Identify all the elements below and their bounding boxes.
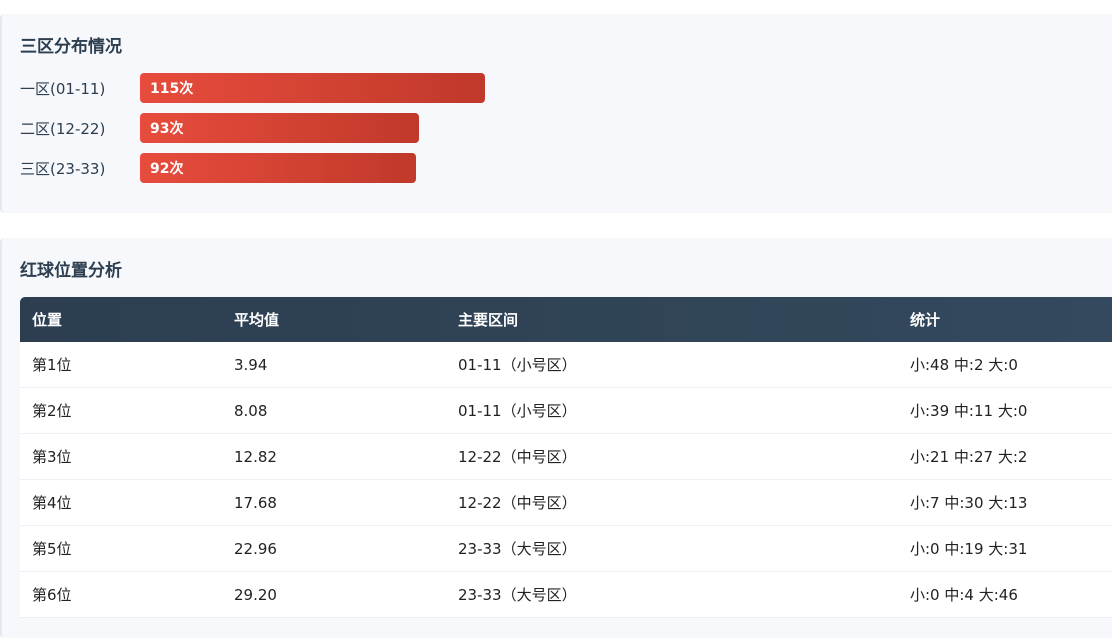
cell-average: 22.96: [222, 525, 446, 572]
cell-stats: 小:0 中:19 大:31: [898, 525, 1112, 572]
position-analysis-card: 红球位置分析 位置 平均值 主要区间 统计 第1位 3.94 01-11（小号区…: [0, 238, 1112, 638]
cell-position: 第3位: [20, 433, 222, 480]
cell-average: 29.20: [222, 571, 446, 618]
cell-range: 12-22（中号区）: [446, 433, 898, 480]
zone-bar-count: 92次: [150, 161, 184, 177]
table-row: 第1位 3.94 01-11（小号区） 小:48 中:2 大:0: [20, 342, 1112, 388]
cell-position: 第1位: [20, 342, 222, 388]
zone-distribution-card: 三区分布情况 一区(01-11) 115次 二区(12-22) 93次 三区(2…: [0, 14, 1112, 213]
zone-row-3: 三区(23-33) 92次: [20, 153, 416, 183]
cell-stats: 小:48 中:2 大:0: [898, 342, 1112, 388]
cell-range: 01-11（小号区）: [446, 342, 898, 388]
table-row: 第5位 22.96 23-33（大号区） 小:0 中:19 大:31: [20, 525, 1112, 572]
cell-position: 第4位: [20, 479, 222, 526]
cell-average: 3.94: [222, 342, 446, 388]
cell-stats: 小:0 中:4 大:46: [898, 571, 1112, 618]
zone-row-2: 二区(12-22) 93次: [20, 113, 419, 143]
zone-label: 二区(12-22): [20, 119, 106, 138]
zone-section-title: 三区分布情况: [20, 37, 122, 57]
column-header-position: 位置: [32, 311, 63, 329]
cell-range: 12-22（中号区）: [446, 479, 898, 526]
cell-range: 23-33（大号区）: [446, 571, 898, 618]
table-row: 第6位 29.20 23-33（大号区） 小:0 中:4 大:46: [20, 571, 1112, 618]
cell-average: 12.82: [222, 433, 446, 480]
position-table: 位置 平均值 主要区间 统计 第1位 3.94 01-11（小号区） 小:48 …: [20, 297, 1112, 618]
zone-row-1: 一区(01-11) 115次: [20, 73, 485, 103]
zone-bar: 115次: [140, 73, 485, 103]
zone-bar-count: 115次: [150, 81, 194, 97]
cell-stats: 小:7 中:30 大:13: [898, 479, 1112, 526]
table-row: 第3位 12.82 12-22（中号区） 小:21 中:27 大:2: [20, 433, 1112, 480]
column-header-range: 主要区间: [458, 311, 519, 329]
table-row: 第2位 8.08 01-11（小号区） 小:39 中:11 大:0: [20, 387, 1112, 434]
cell-position: 第5位: [20, 525, 222, 572]
cell-average: 8.08: [222, 387, 446, 434]
zone-label: 三区(23-33): [20, 159, 106, 178]
zone-bar-count: 93次: [150, 121, 184, 137]
column-header-stats: 统计: [910, 311, 941, 329]
cell-position: 第2位: [20, 387, 222, 434]
table-row: 第4位 17.68 12-22（中号区） 小:7 中:30 大:13: [20, 479, 1112, 526]
cell-range: 01-11（小号区）: [446, 387, 898, 434]
zone-bar: 93次: [140, 113, 419, 143]
cell-stats: 小:21 中:27 大:2: [898, 433, 1112, 480]
zone-label: 一区(01-11): [20, 79, 106, 98]
cell-stats: 小:39 中:11 大:0: [898, 387, 1112, 434]
cell-range: 23-33（大号区）: [446, 525, 898, 572]
zone-bar: 92次: [140, 153, 416, 183]
column-header-average: 平均值: [234, 311, 280, 329]
table-header-row: 位置 平均值 主要区间 统计: [20, 297, 1112, 342]
cell-average: 17.68: [222, 479, 446, 526]
cell-position: 第6位: [20, 571, 222, 618]
position-section-title: 红球位置分析: [20, 261, 122, 281]
